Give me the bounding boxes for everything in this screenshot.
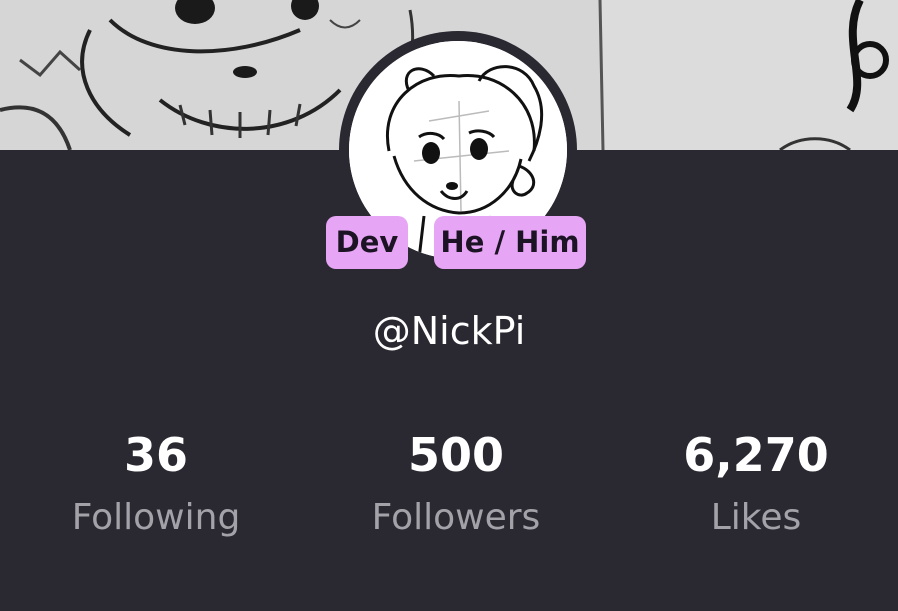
stat-likes[interactable]: 6,270 Likes bbox=[616, 420, 896, 546]
followers-label: Followers bbox=[371, 497, 541, 538]
following-count: 36 bbox=[123, 428, 188, 482]
followers-count: 500 bbox=[407, 428, 505, 482]
following-label: Following bbox=[71, 497, 241, 538]
likes-label: Likes bbox=[710, 497, 802, 538]
stat-following[interactable]: 36 Following bbox=[16, 420, 296, 546]
username: @NickPi bbox=[372, 309, 526, 353]
likes-count: 6,270 bbox=[683, 428, 829, 482]
role-badge: Dev bbox=[326, 216, 408, 269]
stat-followers[interactable]: 500 Followers bbox=[316, 420, 596, 546]
pronouns-badge: He / Him bbox=[434, 216, 586, 269]
